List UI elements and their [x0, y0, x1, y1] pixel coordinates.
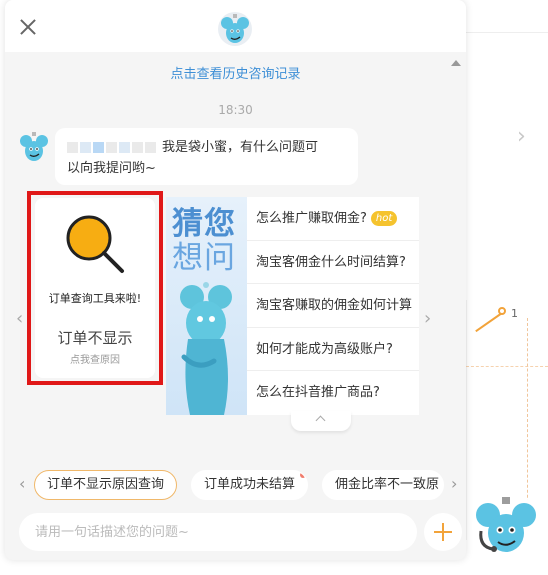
- order-query-tool-card[interactable]: 订单查询工具来啦! 订单不显示 点我查原因: [35, 198, 155, 378]
- chat-header: [5, 0, 466, 52]
- chat-window: 点击查看历史咨询记录 18:30 我是袋小蜜，有什么问题可 以向我提问哟~ ‹ …: [5, 0, 466, 560]
- faq-list: 怎么推广赚取佣金? hot 淘宝客佣金什么时间结算? 淘宝客赚取的佣金如何计算 如…: [247, 197, 419, 415]
- background-next-arrow-icon[interactable]: ›: [517, 124, 526, 149]
- faq-item[interactable]: 淘宝客佣金什么时间结算?: [247, 241, 419, 285]
- faq-item[interactable]: 怎么在抖音推广商品?: [247, 371, 419, 415]
- expand-chevron-up-icon[interactable]: [291, 411, 351, 431]
- floating-mascot-icon[interactable]: [471, 491, 541, 561]
- message-timestamp: 18:30: [218, 103, 253, 117]
- background-chart-point-label: 1: [511, 307, 518, 320]
- blurred-username: [67, 142, 156, 153]
- carousel-prev-icon[interactable]: ‹: [16, 308, 23, 329]
- history-link[interactable]: 点击查看历史咨询记录: [5, 63, 466, 82]
- plus-icon[interactable]: [424, 513, 462, 551]
- faq-card: 猜您 想问 怎么推广赚取佣金? hot 淘宝客佣金什么时间结算? 淘宝客赚取的佣金…: [166, 197, 419, 415]
- faq-item[interactable]: 如何才能成为高级账户?: [247, 328, 419, 372]
- greeting-bubble: 我是袋小蜜，有什么问题可 以向我提问哟~: [55, 128, 358, 185]
- carousel-next-icon[interactable]: ›: [424, 308, 431, 329]
- quick-chip-order-not-shown[interactable]: 订单不显示原因查询: [34, 470, 178, 500]
- background-chart-crosshair: [527, 318, 528, 518]
- tool-card-title: 订单查询工具来啦!: [48, 292, 142, 305]
- background-chart-gridline: [466, 366, 548, 367]
- background-chart-point: [498, 307, 506, 315]
- faq-item[interactable]: 淘宝客赚取的佣金如何计算: [247, 284, 419, 328]
- faq-card-image: 猜您 想问: [166, 197, 247, 415]
- tool-card-hint: 点我查原因: [70, 355, 120, 366]
- faq-item[interactable]: 怎么推广赚取佣金? hot: [247, 197, 419, 241]
- mascot-avatar-icon: [218, 12, 252, 46]
- tool-card-subtitle: 订单不显示: [57, 329, 133, 347]
- hot-badge: hot: [370, 211, 398, 226]
- bot-avatar-icon: [20, 132, 48, 161]
- greeting-text-line1: 我是袋小蜜，有什么问题可: [162, 140, 319, 155]
- chips-next-icon[interactable]: ›: [451, 474, 457, 493]
- magnifier-icon: [66, 215, 124, 273]
- close-icon[interactable]: [19, 18, 37, 36]
- quick-chip-commission-rate[interactable]: 佣金比率不一致原: [322, 470, 444, 500]
- background-divider: [466, 32, 548, 33]
- faq-image-title: 猜您: [172, 206, 236, 242]
- faq-image-subtitle: 想问: [172, 240, 236, 276]
- greeting-text-line2: 以向我提问哟~: [67, 161, 156, 176]
- notification-dot: [300, 472, 307, 478]
- quick-chip-order-unsettled[interactable]: 订单成功未结算: [191, 470, 309, 500]
- question-input[interactable]: [19, 513, 417, 551]
- chips-prev-icon[interactable]: ‹: [19, 474, 25, 493]
- mascot-figure-icon: [180, 282, 232, 415]
